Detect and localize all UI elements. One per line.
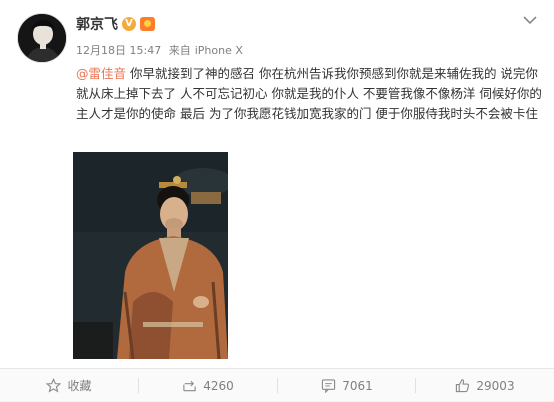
verified-badge-icon: V xyxy=(122,17,136,31)
like-count: 29003 xyxy=(476,378,515,393)
star-icon xyxy=(46,378,62,393)
author-name[interactable]: 郭京飞 xyxy=(76,14,118,34)
post-text: @雷佳音 你早就接到了神的感召 你在杭州告诉我你预感到你就是来辅佐我的 说完你就… xyxy=(76,64,542,124)
mention-link[interactable]: @雷佳音 xyxy=(76,66,126,81)
repost-button[interactable]: 4260 xyxy=(139,369,277,402)
post-timestamp[interactable]: 12月18日 15:47 xyxy=(76,44,161,57)
thumbs-up-icon xyxy=(456,379,470,393)
like-button[interactable]: 29003 xyxy=(416,369,554,402)
repost-icon xyxy=(183,380,196,392)
comment-count: 7061 xyxy=(342,378,373,393)
post-photo xyxy=(73,152,228,359)
member-badge-icon xyxy=(140,17,155,31)
post-source: iPhone X xyxy=(194,44,243,57)
comment-icon xyxy=(322,379,336,393)
avatar[interactable] xyxy=(17,13,67,63)
author-row: 郭京飞 V xyxy=(76,14,155,34)
post-actions-bar: 收藏 4260 7061 29003 xyxy=(0,368,554,401)
avatar-image xyxy=(18,14,66,62)
weibo-post-card: 郭京飞 V 12月18日 15:47 来自 iPhone X @雷佳音 你早就接到… xyxy=(0,0,554,401)
favorite-button[interactable]: 收藏 xyxy=(0,369,138,402)
favorite-label: 收藏 xyxy=(67,379,92,393)
chevron-down-icon[interactable] xyxy=(522,14,538,26)
source-prefix: 来自 xyxy=(168,44,191,57)
post-image[interactable] xyxy=(73,152,228,359)
comment-button[interactable]: 7061 xyxy=(278,369,416,402)
repost-count: 4260 xyxy=(203,378,234,393)
post-body: 你早就接到了神的感召 你在杭州告诉我你预感到你就是来辅佐我的 说完你就从床上掉下… xyxy=(76,66,542,121)
post-meta: 12月18日 15:47 来自 iPhone X xyxy=(76,42,247,58)
